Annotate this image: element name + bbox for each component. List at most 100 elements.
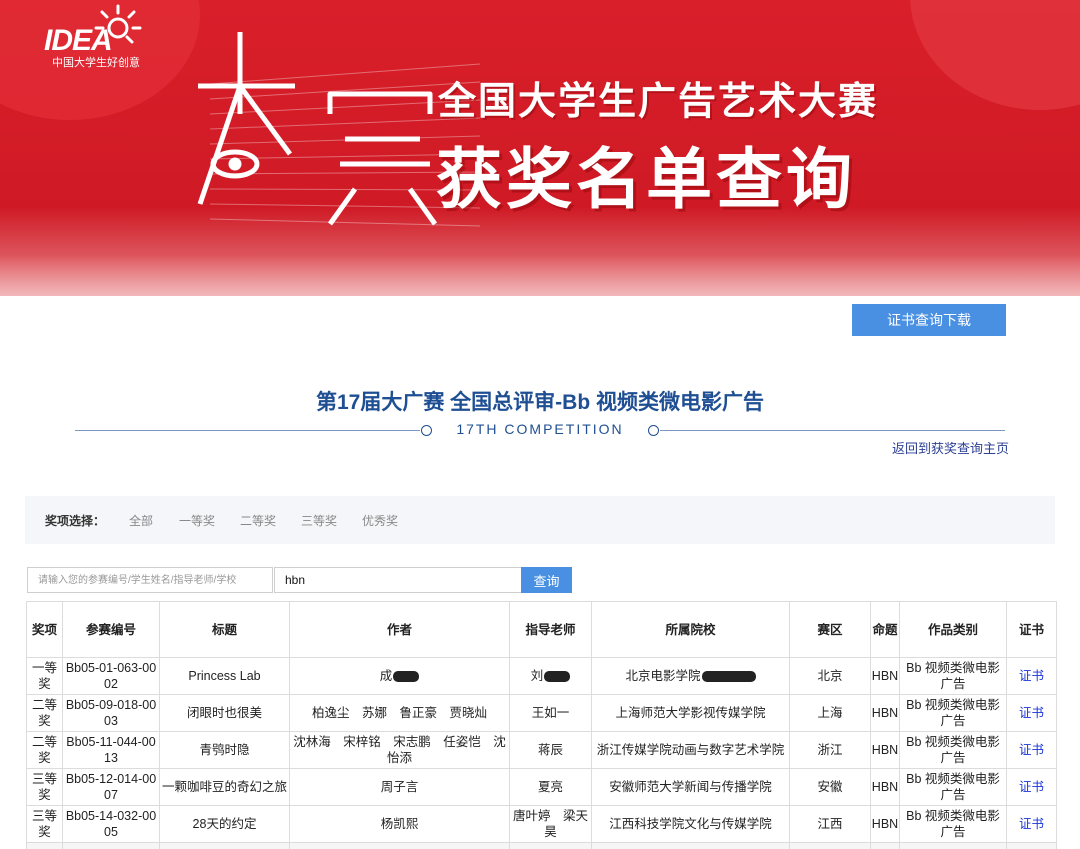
topic-cell: HBN [870,805,900,843]
filter-option-first-prize[interactable]: 一等奖 [179,512,215,529]
authors-cell: 成 [289,657,510,695]
authors-cell: 周子言 [289,768,510,806]
title-cell: 闭眼时也很美 [159,694,290,732]
region-cell: 江西 [789,805,871,843]
title-cell: 青鸮时隐 [159,731,290,769]
topic-cell: HBN [870,731,900,769]
category-cell: Bb 视频类微电影广告 [899,805,1007,843]
results-table: 奖项 参赛编号 标题 作者 指导老师 所属院校 赛区 命题 作品类别 证书 一等… [26,601,1057,849]
certificate-cell: 证书 [1006,657,1057,695]
advisor-cell: 唐叶婷 梁天昊 [509,805,592,843]
filter-option-second-prize[interactable]: 二等奖 [240,512,276,529]
award-cell: 三等奖 [26,805,63,843]
search-keyword-field[interactable] [274,567,522,593]
certificate-cell: 证书 [1006,805,1057,843]
certificate-cell: 证书 [1006,694,1057,732]
award-filter-bar: 奖项选择： 全部 一等奖 二等奖 三等奖 优秀奖 [25,496,1055,544]
award-filter-label: 奖项选择： [45,514,106,528]
award-cell: 三等奖 [26,768,63,806]
filter-option-all[interactable]: 全部 [129,512,153,529]
school-cell: 上海师范大学影视传媒学院 [591,694,790,732]
idea-logo[interactable]: IDEA 中国大学生好创意 [44,2,154,74]
column-header-advisor: 指导老师 [509,601,592,658]
column-header-region: 赛区 [789,601,871,658]
advisor-cell: 刘 [509,657,592,695]
authors-cell: 杨凯熙 [289,805,510,843]
cut-off-cell [789,842,871,849]
table-row: 二等奖 Bb05-09-018-0003 闭眼时也很美 柏逸尘 苏娜 鲁正豪 贾… [26,694,1057,732]
table-row-partial [26,842,1057,849]
banner-fade [0,255,1080,296]
category-cell: Bb 视频类微电影广告 [899,768,1007,806]
column-header-award: 奖项 [26,601,63,658]
region-cell: 北京 [789,657,871,695]
table-header-row: 奖项 参赛编号 标题 作者 指导老师 所属院校 赛区 命题 作品类别 证书 [26,601,1057,658]
advisor-cell: 蒋辰 [509,731,592,769]
circle-ornament-right [648,425,659,436]
certificate-link[interactable]: 证书 [1019,669,1044,683]
search-input[interactable] [27,567,273,593]
redaction-mark [701,671,756,683]
contest-glyph-art [197,32,480,227]
cut-off-cell [289,842,510,849]
authors-cell: 沈林海 宋梓铭 宋志鹏 任姿恺 沈怡添 [289,731,510,769]
entry-id-cell: Bb05-09-018-0003 [62,694,160,732]
column-header-topic: 命题 [870,601,900,658]
hero-banner: IDEA 中国大学生好创意 全国大学生广告艺术大赛 获奖名单查询 [0,0,1080,296]
table-row: 一等奖 Bb05-01-063-0002 Princess Lab 成 刘 北京… [26,657,1057,695]
banner-headline: 全国大学生广告艺术大赛 [438,81,879,123]
sun-icon [94,4,142,44]
entry-id-cell: Bb05-14-032-0005 [62,805,160,843]
region-cell: 上海 [789,694,871,732]
filter-option-excellence[interactable]: 优秀奖 [362,512,398,529]
region-cell: 浙江 [789,731,871,769]
topic-cell: HBN [870,694,900,732]
column-header-certificate: 证书 [1006,601,1057,658]
entry-id-cell: Bb05-01-063-0002 [62,657,160,695]
banner-glow-right [910,0,1080,110]
cut-off-cell [26,842,63,849]
certificate-link[interactable]: 证书 [1019,817,1044,831]
authors-cell: 柏逸尘 苏娜 鲁正豪 贾晓灿 [289,694,510,732]
column-header-entry-id: 参赛编号 [62,601,160,658]
cut-off-cell [1006,842,1057,849]
award-cell: 二等奖 [26,731,63,769]
certificate-download-button[interactable]: 证书查询下载 [852,304,1006,336]
filter-option-third-prize[interactable]: 三等奖 [301,512,337,529]
cut-off-cell [159,842,290,849]
table-row: 三等奖 Bb05-12-014-0007 一颗咖啡豆的奇幻之旅 周子言 夏亮 安… [26,768,1057,806]
table-row: 二等奖 Bb05-11-044-0013 青鸮时隐 沈林海 宋梓铭 宋志鹏 任姿… [26,731,1057,769]
certificate-cell: 证书 [1006,731,1057,769]
title-cell: 一颗咖啡豆的奇幻之旅 [159,768,290,806]
advisor-cell: 王如一 [509,694,592,732]
category-cell: Bb 视频类微电影广告 [899,731,1007,769]
school-cell: 安徽师范大学新闻与传播学院 [591,768,790,806]
certificate-link[interactable]: 证书 [1019,706,1044,720]
column-header-title: 标题 [159,601,290,658]
certificate-link[interactable]: 证书 [1019,780,1044,794]
title-cell: 28天的约定 [159,805,290,843]
divider-right [660,430,1005,431]
advisor-text: 刘 [530,669,544,683]
award-cell: 二等奖 [26,694,63,732]
topic-cell: HBN [870,657,900,695]
cut-off-cell [870,842,900,849]
search-button[interactable]: 查询 [521,567,572,593]
column-header-category: 作品类别 [899,601,1007,658]
advisor-cell: 夏亮 [509,768,592,806]
competition-title: 第17届大广赛 全国总评审-Bb 视频类微电影广告 [315,391,764,414]
back-to-search-home-link[interactable]: 返回到获奖查询主页 [892,438,1009,457]
cut-off-cell [62,842,160,849]
entry-id-cell: Bb05-11-044-0013 [62,731,160,769]
award-cell: 一等奖 [26,657,63,695]
certificate-link[interactable]: 证书 [1019,743,1044,757]
cut-off-cell [899,842,1007,849]
redaction-mark [393,671,420,683]
competition-subtitle: 17TH COMPETITION [456,421,624,437]
category-cell: Bb 视频类微电影广告 [899,694,1007,732]
entry-id-cell: Bb05-12-014-0007 [62,768,160,806]
region-cell: 安徽 [789,768,871,806]
logo-tagline: 中国大学生好创意 [52,57,140,69]
school-text: 北京电影学院 [625,669,701,683]
cut-off-cell [509,842,592,849]
